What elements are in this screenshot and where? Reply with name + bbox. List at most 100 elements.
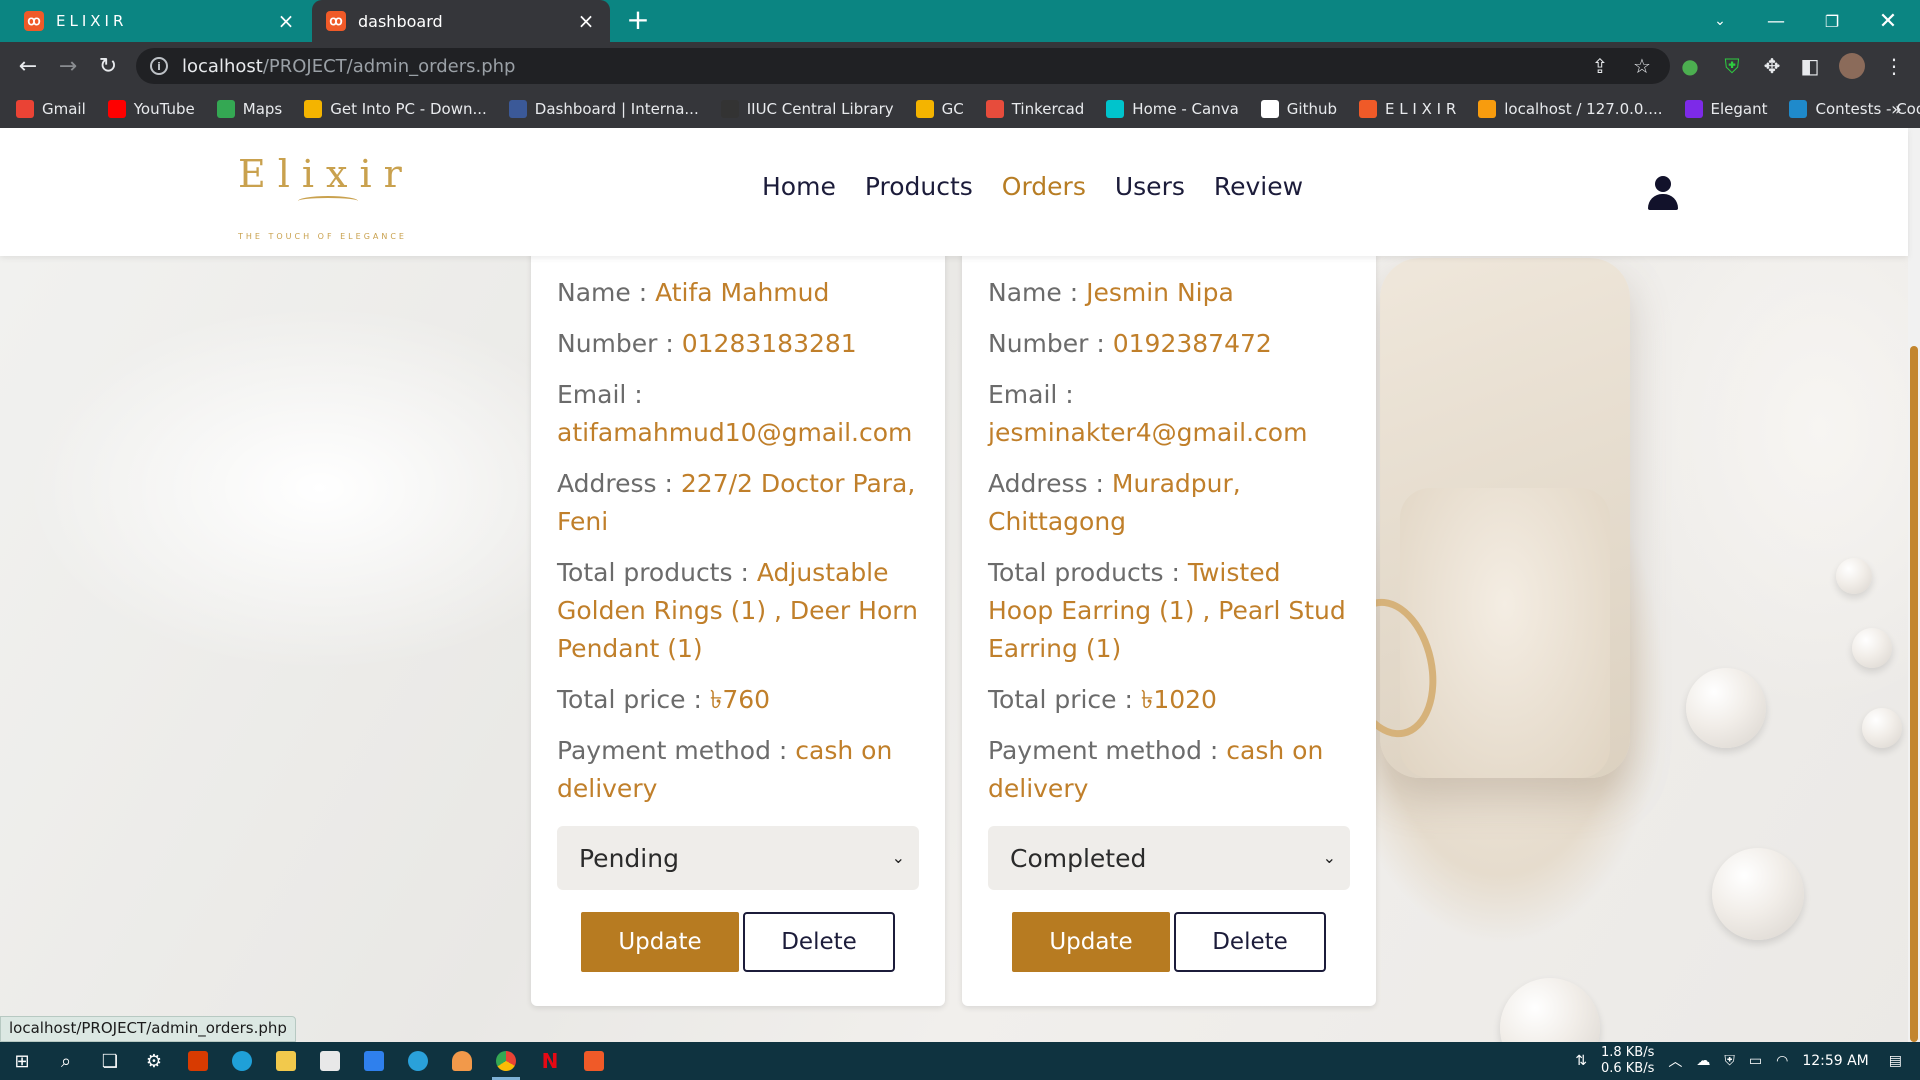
- chevron-up-icon[interactable]: ︿: [1668, 1051, 1682, 1071]
- edge-browser-icon[interactable]: [220, 1042, 264, 1080]
- order-status-select[interactable]: Completed ⌄: [988, 826, 1350, 890]
- browser-toolbar: ← → ↻ i localhost/PROJECT/admin_orders.p…: [0, 42, 1920, 90]
- bookmark-item[interactable]: Elegant: [1684, 100, 1767, 118]
- new-tab-icon[interactable]: +: [622, 4, 654, 36]
- pearl-image: [1686, 668, 1766, 748]
- nav-products[interactable]: Products: [865, 172, 973, 201]
- elixir-logo[interactable]: Elixir THE TOUCH OF ELEGANCE: [238, 152, 404, 241]
- minimize-icon[interactable]: —: [1748, 0, 1804, 42]
- task-view-icon[interactable]: ❏: [88, 1042, 132, 1080]
- bookmark-label: Dashboard | Interna...: [534, 100, 699, 118]
- order-status-select[interactable]: Pending ⌄: [557, 826, 919, 890]
- bookmark-item[interactable]: GC: [915, 100, 964, 118]
- clock-time[interactable]: 12:59 AM: [1802, 1053, 1868, 1069]
- settings-gear-icon[interactable]: ⚙: [132, 1042, 176, 1080]
- chevron-down-icon: ⌄: [1322, 848, 1336, 867]
- windows-start-icon[interactable]: ⊞: [0, 1042, 44, 1080]
- side-panel-icon[interactable]: ◧: [1792, 48, 1828, 84]
- search-icon[interactable]: ⌕: [44, 1042, 88, 1080]
- xampp-icon[interactable]: [572, 1042, 616, 1080]
- bookmark-star-icon[interactable]: ☆: [1624, 48, 1660, 84]
- bookmark-item[interactable]: Gmail: [16, 100, 86, 118]
- page-scrollbar[interactable]: [1908, 128, 1920, 1042]
- profile-avatar-icon[interactable]: [1834, 48, 1870, 84]
- wifi-icon[interactable]: ◠: [1776, 1053, 1788, 1069]
- status-selected-value: Completed: [1010, 843, 1147, 873]
- bookmark-item[interactable]: Dashboard | Interna...: [508, 100, 699, 118]
- tab-elixir[interactable]: ꝏ ELIXIR ×: [10, 0, 310, 42]
- shield-extension-icon[interactable]: ⛨: [1714, 48, 1750, 84]
- main-nav: Home Products Orders Users Review: [762, 172, 1332, 201]
- user-account-icon[interactable]: [1648, 176, 1678, 210]
- nav-home[interactable]: Home: [762, 172, 836, 201]
- tab-dashboard[interactable]: ꝏ dashboard ×: [312, 0, 610, 42]
- back-icon[interactable]: ←: [12, 50, 44, 82]
- share-icon[interactable]: ⇪: [1582, 48, 1618, 84]
- windows-taskbar: ⊞ ⌕ ❏ ⚙ N ⇅ 1.8 KB/s 0.6 KB/s ︿ ☁ ⛨ ▭ ◠ …: [0, 1042, 1920, 1080]
- reload-icon[interactable]: ↻: [92, 50, 124, 82]
- mail-icon[interactable]: [352, 1042, 396, 1080]
- close-tab-icon[interactable]: ×: [276, 9, 296, 33]
- customer-email: jesminakter4@gmail.com: [988, 418, 1308, 447]
- chrome-menu-icon[interactable]: ⋮: [1876, 48, 1912, 84]
- order-card: Name : Jesmin Nipa Number : 0192387472 E…: [962, 250, 1376, 1006]
- bookmark-item[interactable]: Github: [1260, 100, 1337, 118]
- tab-search-icon[interactable]: ⌄: [1692, 0, 1748, 42]
- bookmark-item[interactable]: YouTube: [107, 100, 195, 118]
- office-icon[interactable]: [176, 1042, 220, 1080]
- xampp-favicon-icon: ꝏ: [326, 11, 346, 31]
- close-window-icon[interactable]: ✕: [1860, 0, 1916, 42]
- email-label: Email :: [988, 380, 1074, 409]
- bookmark-item[interactable]: Maps: [216, 100, 283, 118]
- microsoft-store-icon[interactable]: [308, 1042, 352, 1080]
- bookmarks-overflow-icon[interactable]: »: [1891, 90, 1902, 128]
- close-tab-icon[interactable]: ×: [576, 9, 596, 33]
- bookmark-item[interactable]: Home - Canva: [1106, 100, 1239, 118]
- order-payment-row: Payment method : cash on delivery: [557, 732, 919, 808]
- battery-icon[interactable]: ▭: [1749, 1053, 1762, 1069]
- restore-icon[interactable]: ❐: [1804, 0, 1860, 42]
- delete-button[interactable]: Delete: [743, 912, 895, 972]
- github-icon: [1260, 100, 1279, 118]
- defender-shield-icon[interactable]: ⛨: [1724, 1053, 1735, 1069]
- extensions-puzzle-icon[interactable]: ✥: [1754, 48, 1790, 84]
- bookmark-label: Tinkercad: [1011, 100, 1085, 118]
- address-bar[interactable]: i localhost/PROJECT/admin_orders.php: [136, 48, 1670, 84]
- nav-review[interactable]: Review: [1214, 172, 1303, 201]
- delete-button[interactable]: Delete: [1174, 912, 1326, 972]
- telegram-icon[interactable]: [396, 1042, 440, 1080]
- email-label: Email :: [557, 380, 643, 409]
- file-explorer-icon[interactable]: [264, 1042, 308, 1080]
- netflix-icon[interactable]: N: [528, 1042, 572, 1080]
- nav-orders[interactable]: Orders: [1002, 172, 1086, 201]
- user-body-shape: [1648, 194, 1678, 210]
- nav-users[interactable]: Users: [1115, 172, 1185, 201]
- notifications-icon[interactable]: ▤: [1889, 1053, 1902, 1069]
- order-price-row: Total price : ৳1020: [988, 681, 1350, 719]
- cloud-app-icon[interactable]: [440, 1042, 484, 1080]
- number-label: Number :: [988, 329, 1105, 358]
- bookmark-label: Maps: [242, 100, 283, 118]
- scrollbar-thumb[interactable]: [1910, 346, 1918, 1042]
- products-label: Total products :: [557, 558, 749, 587]
- order-number-row: Number : 01283183281: [557, 325, 919, 363]
- bookmark-item[interactable]: localhost / 127.0.0....: [1478, 100, 1663, 118]
- onedrive-icon[interactable]: ☁: [1696, 1053, 1710, 1069]
- bookmarks-bar: Gmail YouTube Maps Get Into PC - Down... Das…: [0, 90, 1920, 128]
- bookmark-item[interactable]: E L I X I R: [1359, 100, 1456, 118]
- bookmark-item[interactable]: IIUC Central Library: [720, 100, 894, 118]
- getintopc-icon: [304, 100, 323, 118]
- chrome-icon[interactable]: [484, 1042, 528, 1080]
- update-button[interactable]: Update: [1012, 912, 1170, 972]
- bookmark-item[interactable]: Get Into PC - Down...: [304, 100, 487, 118]
- bookmark-item[interactable]: Tinkercad: [985, 100, 1085, 118]
- customer-name: Atifa Mahmud: [655, 278, 830, 307]
- update-button[interactable]: Update: [581, 912, 739, 972]
- order-card: Name : Atifa Mahmud Number : 01283183281…: [531, 250, 945, 1006]
- site-info-icon[interactable]: i: [150, 57, 168, 75]
- dashboard-icon: [508, 100, 527, 118]
- canva-icon: [1684, 100, 1703, 118]
- extension-color-icon[interactable]: ●: [1672, 48, 1708, 84]
- forward-icon[interactable]: →: [52, 50, 84, 82]
- net-down-speed: 0.6 KB/s: [1600, 1061, 1655, 1076]
